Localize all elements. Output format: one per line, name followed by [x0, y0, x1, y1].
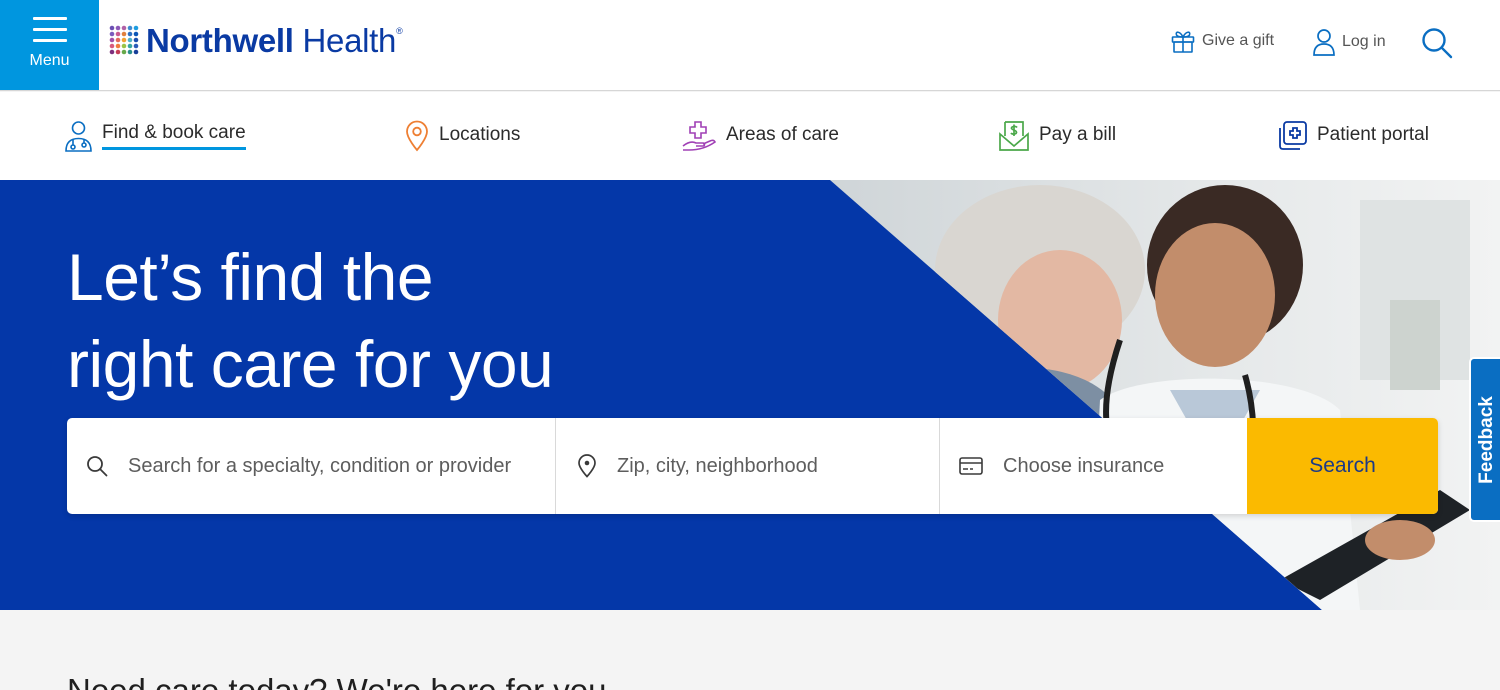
map-pin-icon — [578, 454, 596, 478]
care-today-section: Need care today? We're here for you — [0, 610, 1500, 690]
nav-label-find-book-care: Find & book care — [102, 122, 246, 150]
give-a-gift-link[interactable]: Give a gift — [1170, 28, 1274, 54]
nav-label-locations: Locations — [439, 123, 521, 145]
location-placeholder: Zip, city, neighborhood — [617, 454, 818, 477]
search-icon — [1422, 28, 1453, 59]
brand-name-light: Health — [302, 22, 397, 59]
header-search-button[interactable] — [1421, 27, 1459, 59]
nav-label-patient-portal: Patient portal — [1317, 123, 1429, 145]
feedback-label: Feedback — [1475, 395, 1497, 484]
insurance-card-icon — [959, 457, 983, 475]
logo-mark-icon — [109, 25, 139, 55]
hero-heading-line-1: Let’s find the — [67, 240, 434, 314]
user-icon — [1313, 29, 1335, 56]
section-title: Need care today? We're here for you — [67, 672, 607, 690]
feedback-tab[interactable]: Feedback — [1469, 357, 1500, 522]
gift-icon — [1171, 31, 1195, 53]
nav-item-patient-portal[interactable]: Patient portal — [1276, 120, 1429, 152]
log-in-link[interactable]: Log in — [1312, 28, 1386, 56]
nav-label-areas-of-care: Areas of care — [726, 123, 839, 145]
menu-button[interactable]: Menu — [0, 0, 99, 90]
care-search-bar: Search for a specialty, condition or pro… — [67, 418, 1438, 514]
give-a-gift-label: Give a gift — [1202, 32, 1275, 49]
portal-cross-icon — [1279, 121, 1307, 150]
registered-mark: ® — [396, 26, 403, 36]
nav-label-pay-a-bill: Pay a bill — [1039, 123, 1117, 145]
search-button[interactable]: Search — [1247, 418, 1438, 514]
insurance-select[interactable]: Choose insurance — [940, 418, 1247, 514]
hamburger-icon — [32, 16, 67, 43]
nav-item-areas-of-care[interactable]: Areas of care — [681, 120, 839, 152]
northwell-logo[interactable]: Northwell Health® — [108, 22, 403, 60]
specialty-search-placeholder: Search for a specialty, condition or pro… — [128, 454, 512, 477]
map-pin-icon — [406, 120, 428, 152]
hero-banner: Let’s find the right care for you Search… — [0, 180, 1500, 610]
person-stethoscope-icon — [65, 121, 92, 152]
specialty-search-field[interactable]: Search for a specialty, condition or pro… — [67, 418, 556, 514]
brand-name-bold: Northwell — [146, 22, 294, 59]
brand-name: Northwell Health® — [146, 22, 403, 60]
location-field[interactable]: Zip, city, neighborhood — [556, 418, 940, 514]
insurance-placeholder: Choose insurance — [1003, 454, 1165, 477]
log-in-label: Log in — [1342, 33, 1386, 50]
menu-label: Menu — [29, 51, 70, 69]
nav-item-locations[interactable]: Locations — [404, 120, 520, 152]
nav-item-find-book-care[interactable]: Find & book care — [64, 120, 246, 152]
search-icon — [87, 456, 108, 477]
primary-nav: Find & book care Locations Areas of care… — [0, 92, 1500, 180]
hero-heading-line-2: right care for you — [67, 327, 554, 401]
hand-cross-icon — [682, 121, 717, 151]
top-header: Menu Northwell Health® Give a gift Log i… — [0, 0, 1500, 91]
nav-item-pay-a-bill[interactable]: Pay a bill — [998, 120, 1116, 152]
hero-heading: Let’s find the right care for you — [67, 234, 707, 408]
bill-dollar-icon — [999, 121, 1029, 151]
